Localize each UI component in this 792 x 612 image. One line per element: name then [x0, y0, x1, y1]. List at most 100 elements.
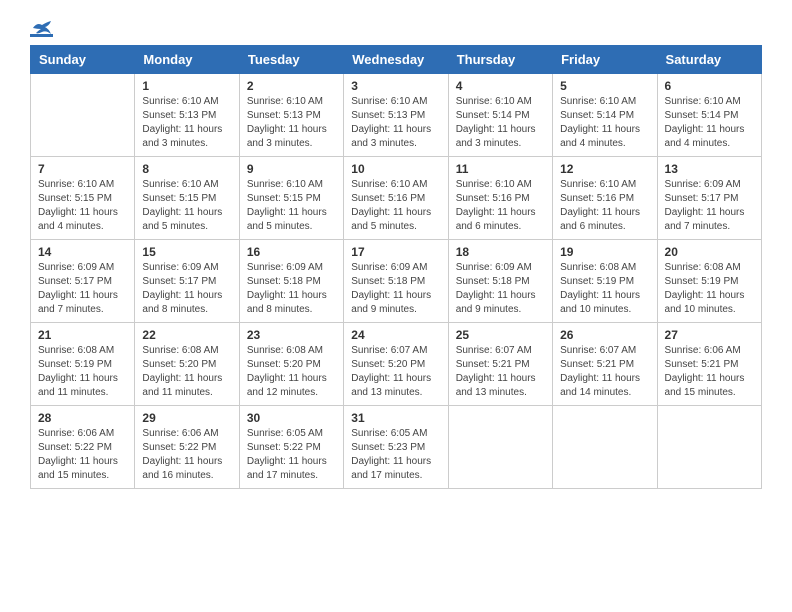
calendar-cell: 6 Sunrise: 6:10 AM Sunset: 5:14 PM Daylig…	[657, 74, 761, 157]
day-info: Sunrise: 6:08 AM Sunset: 5:19 PM Dayligh…	[560, 261, 649, 317]
day-number: 21	[38, 328, 127, 342]
day-info: Sunrise: 6:10 AM Sunset: 5:16 PM Dayligh…	[351, 178, 440, 234]
calendar-week-3: 14 Sunrise: 6:09 AM Sunset: 5:17 PM Dayli…	[31, 240, 762, 323]
day-info: Sunrise: 6:09 AM Sunset: 5:17 PM Dayligh…	[142, 261, 231, 317]
calendar-cell: 8 Sunrise: 6:10 AM Sunset: 5:15 PM Daylig…	[135, 157, 239, 240]
calendar-cell: 9 Sunrise: 6:10 AM Sunset: 5:15 PM Daylig…	[239, 157, 343, 240]
header-row: SundayMondayTuesdayWednesdayThursdayFrid…	[31, 46, 762, 74]
calendar-header: SundayMondayTuesdayWednesdayThursdayFrid…	[31, 46, 762, 74]
header-cell-wednesday: Wednesday	[344, 46, 448, 74]
calendar-cell: 31 Sunrise: 6:05 AM Sunset: 5:23 PM Dayli…	[344, 406, 448, 489]
day-number: 25	[456, 328, 545, 342]
day-number: 20	[665, 245, 754, 259]
day-number: 31	[351, 411, 440, 425]
header	[30, 20, 762, 37]
calendar-cell	[31, 74, 135, 157]
day-number: 17	[351, 245, 440, 259]
logo-underline	[30, 34, 53, 37]
day-number: 28	[38, 411, 127, 425]
day-number: 13	[665, 162, 754, 176]
day-number: 15	[142, 245, 231, 259]
day-info: Sunrise: 6:10 AM Sunset: 5:15 PM Dayligh…	[247, 178, 336, 234]
day-info: Sunrise: 6:10 AM Sunset: 5:14 PM Dayligh…	[665, 95, 754, 151]
day-info: Sunrise: 6:05 AM Sunset: 5:23 PM Dayligh…	[351, 427, 440, 483]
day-number: 19	[560, 245, 649, 259]
calendar-cell: 16 Sunrise: 6:09 AM Sunset: 5:18 PM Dayli…	[239, 240, 343, 323]
day-info: Sunrise: 6:09 AM Sunset: 5:17 PM Dayligh…	[38, 261, 127, 317]
calendar-cell: 4 Sunrise: 6:10 AM Sunset: 5:14 PM Daylig…	[448, 74, 552, 157]
calendar-cell: 1 Sunrise: 6:10 AM Sunset: 5:13 PM Daylig…	[135, 74, 239, 157]
calendar-cell	[553, 406, 657, 489]
day-number: 11	[456, 162, 545, 176]
day-info: Sunrise: 6:09 AM Sunset: 5:18 PM Dayligh…	[351, 261, 440, 317]
calendar-week-5: 28 Sunrise: 6:06 AM Sunset: 5:22 PM Dayli…	[31, 406, 762, 489]
calendar-cell: 2Sunrise: 6:10 AM Sunset: 5:13 PM Daylig…	[239, 74, 343, 157]
calendar-cell	[657, 406, 761, 489]
calendar-cell: 10 Sunrise: 6:10 AM Sunset: 5:16 PM Dayli…	[344, 157, 448, 240]
day-info: Sunrise: 6:06 AM Sunset: 5:22 PM Dayligh…	[142, 427, 231, 483]
calendar-cell	[448, 406, 552, 489]
header-cell-saturday: Saturday	[657, 46, 761, 74]
calendar-body: 1 Sunrise: 6:10 AM Sunset: 5:13 PM Daylig…	[31, 74, 762, 489]
day-info: Sunrise: 6:10 AM Sunset: 5:13 PM Dayligh…	[351, 95, 440, 151]
day-info: Sunrise: 6:07 AM Sunset: 5:21 PM Dayligh…	[560, 344, 649, 400]
day-info: Sunrise: 6:10 AM Sunset: 5:16 PM Dayligh…	[560, 178, 649, 234]
day-number: 30	[247, 411, 336, 425]
day-info: Sunrise: 6:10 AM Sunset: 5:15 PM Dayligh…	[142, 178, 231, 234]
calendar-cell: 26 Sunrise: 6:07 AM Sunset: 5:21 PM Dayli…	[553, 323, 657, 406]
day-number: 10	[351, 162, 440, 176]
calendar-cell: 29Sunrise: 6:06 AM Sunset: 5:22 PM Dayli…	[135, 406, 239, 489]
day-number: 14	[38, 245, 127, 259]
day-info: Sunrise: 6:09 AM Sunset: 5:18 PM Dayligh…	[456, 261, 545, 317]
calendar-cell: 3Sunrise: 6:10 AM Sunset: 5:13 PM Daylig…	[344, 74, 448, 157]
calendar-cell: 13 Sunrise: 6:09 AM Sunset: 5:17 PM Dayli…	[657, 157, 761, 240]
day-info: Sunrise: 6:08 AM Sunset: 5:19 PM Dayligh…	[38, 344, 127, 400]
calendar-cell: 20 Sunrise: 6:08 AM Sunset: 5:19 PM Dayli…	[657, 240, 761, 323]
day-number: 8	[142, 162, 231, 176]
day-number: 22	[142, 328, 231, 342]
calendar-cell: 24Sunrise: 6:07 AM Sunset: 5:20 PM Dayli…	[344, 323, 448, 406]
calendar-cell: 15 Sunrise: 6:09 AM Sunset: 5:17 PM Dayli…	[135, 240, 239, 323]
day-info: Sunrise: 6:10 AM Sunset: 5:14 PM Dayligh…	[456, 95, 545, 151]
day-info: Sunrise: 6:10 AM Sunset: 5:16 PM Dayligh…	[456, 178, 545, 234]
day-info: Sunrise: 6:10 AM Sunset: 5:13 PM Dayligh…	[142, 95, 231, 151]
day-number: 7	[38, 162, 127, 176]
day-info: Sunrise: 6:09 AM Sunset: 5:17 PM Dayligh…	[665, 178, 754, 234]
calendar-week-2: 7 Sunrise: 6:10 AM Sunset: 5:15 PM Daylig…	[31, 157, 762, 240]
day-number: 9	[247, 162, 336, 176]
calendar-cell: 18 Sunrise: 6:09 AM Sunset: 5:18 PM Dayli…	[448, 240, 552, 323]
day-number: 26	[560, 328, 649, 342]
logo	[30, 24, 53, 37]
header-cell-friday: Friday	[553, 46, 657, 74]
calendar-cell: 21 Sunrise: 6:08 AM Sunset: 5:19 PM Dayli…	[31, 323, 135, 406]
day-number: 18	[456, 245, 545, 259]
day-number: 6	[665, 79, 754, 93]
day-info: Sunrise: 6:05 AM Sunset: 5:22 PM Dayligh…	[247, 427, 336, 483]
calendar-cell: 12 Sunrise: 6:10 AM Sunset: 5:16 PM Dayli…	[553, 157, 657, 240]
header-cell-monday: Monday	[135, 46, 239, 74]
header-cell-sunday: Sunday	[31, 46, 135, 74]
day-info: Sunrise: 6:07 AM Sunset: 5:20 PM Dayligh…	[351, 344, 440, 400]
day-number: 27	[665, 328, 754, 342]
calendar-week-1: 1 Sunrise: 6:10 AM Sunset: 5:13 PM Daylig…	[31, 74, 762, 157]
calendar-cell: 22 Sunrise: 6:08 AM Sunset: 5:20 PM Dayli…	[135, 323, 239, 406]
calendar-week-4: 21 Sunrise: 6:08 AM Sunset: 5:19 PM Dayli…	[31, 323, 762, 406]
calendar-cell: 25Sunrise: 6:07 AM Sunset: 5:21 PM Dayli…	[448, 323, 552, 406]
calendar-cell: 14 Sunrise: 6:09 AM Sunset: 5:17 PM Dayli…	[31, 240, 135, 323]
day-info: Sunrise: 6:08 AM Sunset: 5:19 PM Dayligh…	[665, 261, 754, 317]
calendar-cell: 27Sunrise: 6:06 AM Sunset: 5:21 PM Dayli…	[657, 323, 761, 406]
day-number: 4	[456, 79, 545, 93]
day-number: 12	[560, 162, 649, 176]
calendar-cell: 11 Sunrise: 6:10 AM Sunset: 5:16 PM Dayli…	[448, 157, 552, 240]
day-info: Sunrise: 6:08 AM Sunset: 5:20 PM Dayligh…	[142, 344, 231, 400]
calendar-cell: 23 Sunrise: 6:08 AM Sunset: 5:20 PM Dayli…	[239, 323, 343, 406]
day-number: 1	[142, 79, 231, 93]
day-number: 23	[247, 328, 336, 342]
day-number: 16	[247, 245, 336, 259]
header-cell-tuesday: Tuesday	[239, 46, 343, 74]
calendar-table: SundayMondayTuesdayWednesdayThursdayFrid…	[30, 45, 762, 489]
day-info: Sunrise: 6:10 AM Sunset: 5:14 PM Dayligh…	[560, 95, 649, 151]
day-number: 5	[560, 79, 649, 93]
day-info: Sunrise: 6:08 AM Sunset: 5:20 PM Dayligh…	[247, 344, 336, 400]
day-info: Sunrise: 6:09 AM Sunset: 5:18 PM Dayligh…	[247, 261, 336, 317]
